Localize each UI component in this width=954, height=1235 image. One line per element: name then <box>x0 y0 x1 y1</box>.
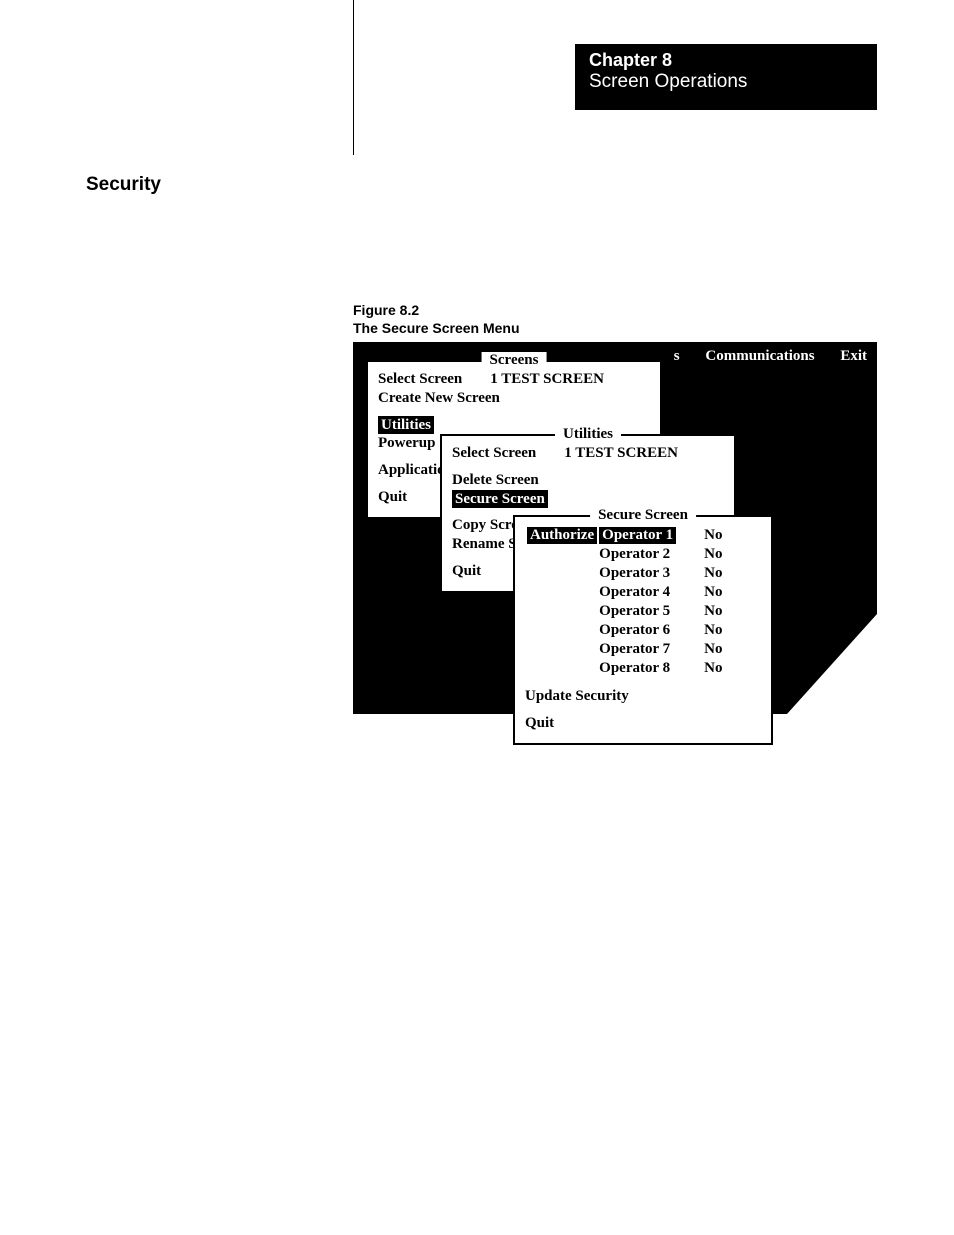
screens-panel-title: Screens <box>482 352 547 369</box>
create-new-screen[interactable]: Create New Screen <box>378 389 650 408</box>
op-name: Operator 1 <box>599 527 676 544</box>
select-screen-label: Select Screen <box>378 370 462 389</box>
chapter-title: Screen Operations <box>589 71 863 93</box>
authorize-label: Authorize <box>527 527 597 544</box>
op-value: No <box>704 584 722 601</box>
vertical-rule <box>353 0 354 155</box>
op-row[interactable]: Operator 4No <box>527 584 722 601</box>
figure-corner-cut <box>787 614 877 714</box>
op-name: Operator 5 <box>599 603 702 620</box>
op-row[interactable]: Operator 8No <box>527 660 722 677</box>
op-row[interactable]: Operator 3No <box>527 565 722 582</box>
figure-caption: Figure 8.2 The Secure Screen Menu <box>353 301 520 337</box>
utilities-select-row[interactable]: Select Screen 1 TEST SCREEN <box>452 444 724 463</box>
figure-title: The Secure Screen Menu <box>353 319 520 337</box>
operator-table: Authorize Operator 1 No Operator 2No Ope… <box>525 525 724 679</box>
secure-screen-panel: Secure Screen Authorize Operator 1 No Op… <box>513 515 773 745</box>
op-name: Operator 7 <box>599 641 702 658</box>
op-row[interactable]: Operator 2No <box>527 546 722 563</box>
op-value: No <box>704 660 722 677</box>
selected-screen-name: 1 TEST SCREEN <box>490 370 604 389</box>
utilities-selected-screen: 1 TEST SCREEN <box>564 444 678 463</box>
op-value: No <box>704 641 722 658</box>
op-value: No <box>704 622 722 639</box>
op-name: Operator 2 <box>599 546 702 563</box>
chapter-header: Chapter 8 Screen Operations <box>575 44 877 110</box>
op-value: No <box>704 603 722 620</box>
op-row[interactable]: Operator 5No <box>527 603 722 620</box>
secure-screen-item[interactable]: Secure Screen <box>452 490 724 509</box>
secure-quit[interactable]: Quit <box>525 714 761 733</box>
op-row[interactable]: Operator 6No <box>527 622 722 639</box>
op-value: No <box>704 527 722 544</box>
chapter-number: Chapter 8 <box>589 50 863 71</box>
op-row[interactable]: Operator 7No <box>527 641 722 658</box>
screens-select-row[interactable]: Select Screen 1 TEST SCREEN <box>378 370 650 389</box>
op-name: Operator 4 <box>599 584 702 601</box>
section-heading: Security <box>86 174 161 196</box>
menu-communications[interactable]: Communications <box>705 348 814 364</box>
menu-fragment[interactable]: s <box>674 348 680 364</box>
update-security[interactable]: Update Security <box>525 687 761 706</box>
utilities-select-label: Select Screen <box>452 444 536 463</box>
op-name: Operator 3 <box>599 565 702 582</box>
menu-exit[interactable]: Exit <box>840 348 867 364</box>
op-value: No <box>704 546 722 563</box>
figure-number: Figure 8.2 <box>353 301 520 319</box>
menu-bar: s Communications Exit <box>652 348 867 365</box>
op-row[interactable]: Authorize Operator 1 No <box>527 527 722 544</box>
delete-screen[interactable]: Delete Screen <box>452 471 724 490</box>
figure-screenshot: s Communications Exit Screens Select Scr… <box>353 342 877 714</box>
secure-screen-title: Secure Screen <box>590 507 696 524</box>
op-name: Operator 6 <box>599 622 702 639</box>
utilities-panel-title: Utilities <box>555 426 621 443</box>
op-value: No <box>704 565 722 582</box>
op-name: Operator 8 <box>599 660 702 677</box>
